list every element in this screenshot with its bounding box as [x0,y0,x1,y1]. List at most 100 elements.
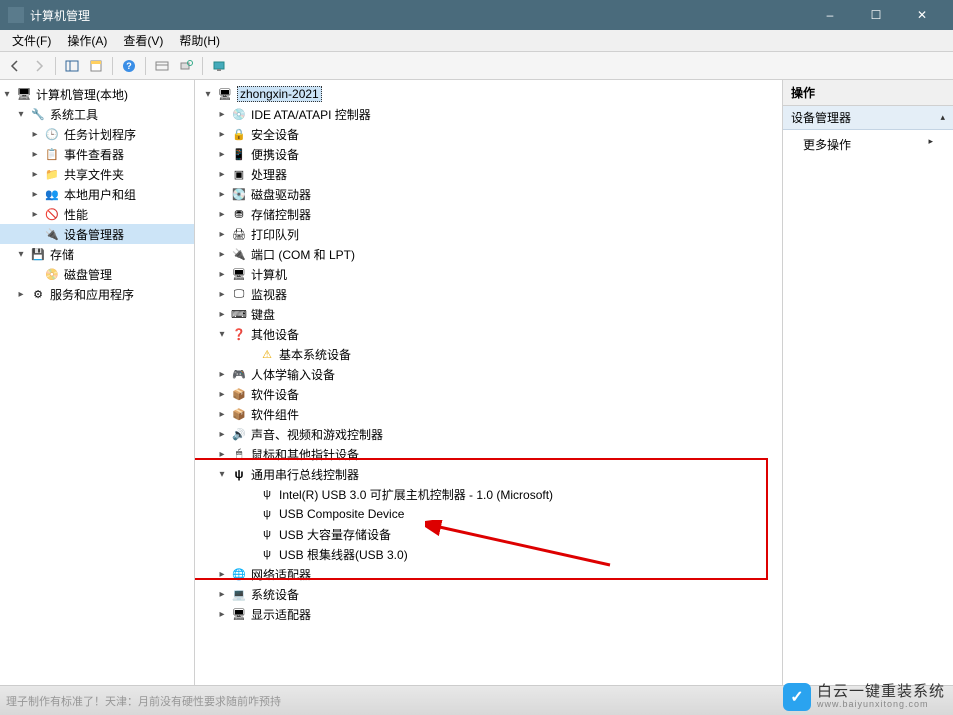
device-tree[interactable]: ▾zhongxin-2021 ▸IDE ATA/ATAPI 控制器 ▸安全设备 … [195,84,782,624]
dev-usb-intel[interactable]: Intel(R) USB 3.0 可扩展主机控制器 - 1.0 (Microso… [195,484,782,504]
menu-file[interactable]: 文件(F) [4,30,59,51]
dev-network-adapters[interactable]: ▸网络适配器 [195,564,782,584]
toolbar-separator-3 [145,57,146,75]
pc-icon [217,86,233,102]
dev-display-adapters[interactable]: ▸显示适配器 [195,604,782,624]
chevron-right-icon: ▸ [928,136,933,147]
watermark-url: www.baiyunxitong.com [817,700,945,710]
tree-device-manager[interactable]: ▸设备管理器 [0,224,194,244]
dev-keyboards[interactable]: ▸键盘 [195,304,782,324]
performance-icon [44,206,60,222]
monitor-icon [231,286,247,302]
toolbar-separator-4 [202,57,203,75]
tree-local-users[interactable]: ▸本地用户和组 [0,184,194,204]
drive-icon [231,186,247,202]
computer-icon [16,86,32,102]
dev-usb-composite[interactable]: USB Composite Device [195,504,782,524]
show-hide-tree-button[interactable] [61,55,83,77]
console-tree[interactable]: ▾计算机管理(本地) ▾系统工具 ▸任务计划程序 ▸事件查看器 ▸共享文件夹 ▸… [0,84,194,304]
hid-icon [231,366,247,382]
usb-icon [231,466,247,482]
dev-basic-system-device[interactable]: 基本系统设备 [195,344,782,364]
portable-icon [231,146,247,162]
toolbar-separator [55,57,56,75]
menu-help[interactable]: 帮助(H) [171,30,228,51]
svg-text:?: ? [126,61,132,71]
menu-action[interactable]: 操作(A) [59,30,115,51]
help-button[interactable]: ? [118,55,140,77]
status-bar: 理子制作有标准了！天津：月前没有硬性要求随前咋预持 ✓ 白云一键重装系统 www… [0,685,953,715]
usb-device-icon [259,486,275,502]
wrench-icon [30,106,46,122]
dev-security[interactable]: ▸安全设备 [195,124,782,144]
status-text: 理子制作有标准了！天津：月前没有硬性要求随前咋预持 [0,693,281,709]
window-title: 计算机管理 [30,7,807,24]
tree-task-scheduler[interactable]: ▸任务计划程序 [0,124,194,144]
close-button[interactable]: ✕ [899,0,945,30]
watermark-title: 白云一键重装系统 [817,684,945,701]
tree-performance[interactable]: ▸性能 [0,204,194,224]
dev-system-devices[interactable]: ▸系统设备 [195,584,782,604]
clock-icon [44,126,60,142]
printer-icon [231,226,247,242]
dev-other-devices[interactable]: ▾其他设备 [195,324,782,344]
dev-usb-controllers[interactable]: ▾通用串行总线控制器 [195,464,782,484]
ide-icon [231,106,247,122]
dev-usb-mass-storage[interactable]: USB 大容量存储设备 [195,524,782,544]
forward-button[interactable] [28,55,50,77]
dev-monitors[interactable]: ▸监视器 [195,284,782,304]
dev-sound[interactable]: ▸声音、视频和游戏控制器 [195,424,782,444]
monitor-device-button[interactable] [208,55,230,77]
scan-hardware-button[interactable] [175,55,197,77]
tree-disk-management[interactable]: ▸磁盘管理 [0,264,194,284]
dev-computers[interactable]: ▸计算机 [195,264,782,284]
cpu-icon [231,166,247,182]
dev-disk-drives[interactable]: ▸磁盘驱动器 [195,184,782,204]
display-icon [231,606,247,622]
dev-root[interactable]: ▾zhongxin-2021 [195,84,782,104]
tree-shared-folders[interactable]: ▸共享文件夹 [0,164,194,184]
minimize-button[interactable]: – [807,0,853,30]
titlebar: 计算机管理 – ☐ ✕ [0,0,953,30]
mouse-icon [231,446,247,462]
dev-processors[interactable]: ▸处理器 [195,164,782,184]
back-button[interactable] [4,55,26,77]
console-tree-panel: ▾计算机管理(本地) ▾系统工具 ▸任务计划程序 ▸事件查看器 ▸共享文件夹 ▸… [0,80,195,685]
event-viewer-icon [44,146,60,162]
dev-software-components[interactable]: ▸软件组件 [195,404,782,424]
dev-hid[interactable]: ▸人体学输入设备 [195,364,782,384]
software-device-icon [231,386,247,402]
tree-services-apps[interactable]: ▸服务和应用程序 [0,284,194,304]
tree-system-tools[interactable]: ▾系统工具 [0,104,194,124]
tree-root-computer-management[interactable]: ▾计算机管理(本地) [0,84,194,104]
toolbar-separator-2 [112,57,113,75]
maximize-button[interactable]: ☐ [853,0,899,30]
dev-software-devices[interactable]: ▸软件设备 [195,384,782,404]
usb-device-icon [259,546,275,562]
dev-portable[interactable]: ▸便携设备 [195,144,782,164]
action-more-actions[interactable]: 更多操作 ▸ [783,130,953,159]
properties-button[interactable] [85,55,107,77]
view-button[interactable] [151,55,173,77]
dev-mice[interactable]: ▸鼠标和其他指针设备 [195,444,782,464]
users-icon [44,186,60,202]
device-manager-icon [44,226,60,242]
sound-icon [231,426,247,442]
unknown-device-icon [259,346,275,362]
dev-ports[interactable]: ▸端口 (COM 和 LPT) [195,244,782,264]
dev-ide[interactable]: ▸IDE ATA/ATAPI 控制器 [195,104,782,124]
watermark: ✓ 白云一键重装系统 www.baiyunxitong.com [783,683,945,711]
tree-event-viewer[interactable]: ▸事件查看器 [0,144,194,164]
dev-print-queues[interactable]: ▸打印队列 [195,224,782,244]
other-devices-icon [231,326,247,342]
actions-header: 操作 [783,80,953,106]
chevron-up-icon: ▴ [940,112,945,123]
watermark-logo-icon: ✓ [783,683,811,711]
actions-section-device-manager[interactable]: 设备管理器 ▴ [783,106,953,130]
disk-icon [44,266,60,282]
menu-view[interactable]: 查看(V) [115,30,171,51]
dev-usb-root-hub[interactable]: USB 根集线器(USB 3.0) [195,544,782,564]
tree-storage[interactable]: ▾存储 [0,244,194,264]
software-component-icon [231,406,247,422]
dev-storage-controllers[interactable]: ▸存储控制器 [195,204,782,224]
